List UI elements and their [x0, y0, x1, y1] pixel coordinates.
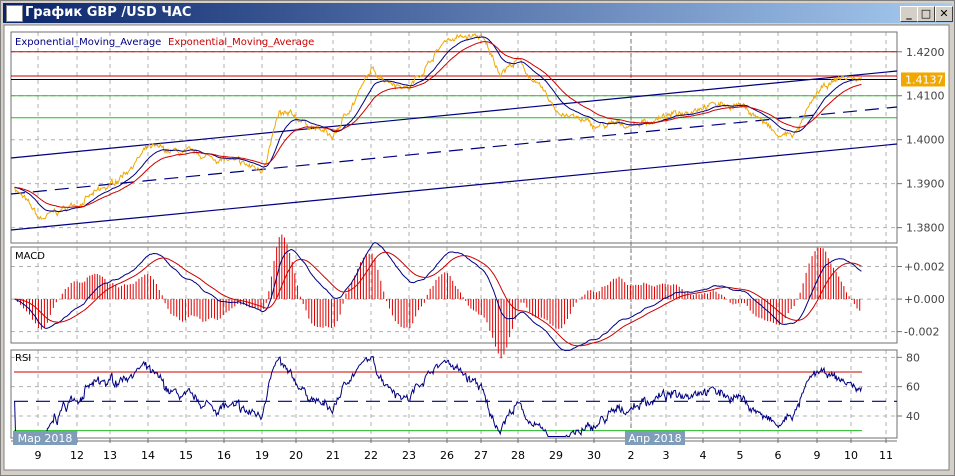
price-label: 1.4000	[906, 134, 945, 147]
time-label: 5	[737, 449, 744, 462]
time-label: 30	[587, 449, 601, 462]
chart-canvas[interactable]: Exponential_Moving_Average Exponential_M…	[0, 0, 955, 476]
price-label: 1.4200	[906, 46, 945, 59]
time-label: 10	[844, 449, 858, 462]
time-label: 21	[326, 449, 340, 462]
time-label: 13	[103, 449, 117, 462]
rsi-label: 40	[906, 410, 920, 423]
month-label-apr: Апр 2018	[628, 432, 681, 445]
rsi-label: 80	[906, 351, 920, 364]
time-label: 29	[549, 449, 563, 462]
macd-label: -0.002	[904, 326, 939, 339]
time-label: 20	[289, 449, 303, 462]
time-label: 9	[35, 449, 42, 462]
price-label: 1.4100	[906, 90, 945, 103]
macd-label: +0.002	[904, 261, 945, 274]
macd-label: +0.000	[904, 293, 945, 306]
rsi-title: RSI	[15, 353, 31, 364]
time-label: 2	[628, 449, 635, 462]
price-label: 1.3900	[906, 178, 945, 191]
time-label: 16	[217, 449, 231, 462]
time-label: 3	[663, 449, 670, 462]
time-label: 15	[179, 449, 193, 462]
macd-title: MACD	[15, 251, 45, 262]
time-label: 11	[879, 449, 893, 462]
time-label: 14	[141, 449, 155, 462]
time-label: 19	[255, 449, 269, 462]
rsi-label: 60	[906, 381, 920, 394]
time-label: 4	[700, 449, 707, 462]
time-label: 22	[364, 449, 378, 462]
month-label-mar: Мар 2018	[18, 432, 73, 445]
time-label: 9	[814, 449, 821, 462]
time-label: 27	[474, 449, 488, 462]
time-label: 28	[511, 449, 525, 462]
time-label: 23	[402, 449, 416, 462]
current-price-label: 1.4137	[905, 73, 944, 86]
time-label: 6	[775, 449, 782, 462]
time-label: 26	[440, 449, 454, 462]
time-label: 12	[70, 449, 84, 462]
price-label: 1.3800	[906, 222, 945, 235]
legend-ema-fast: Exponential_Moving_Average	[15, 37, 161, 48]
legend-ema-slow: Exponential_Moving_Average	[168, 37, 314, 48]
